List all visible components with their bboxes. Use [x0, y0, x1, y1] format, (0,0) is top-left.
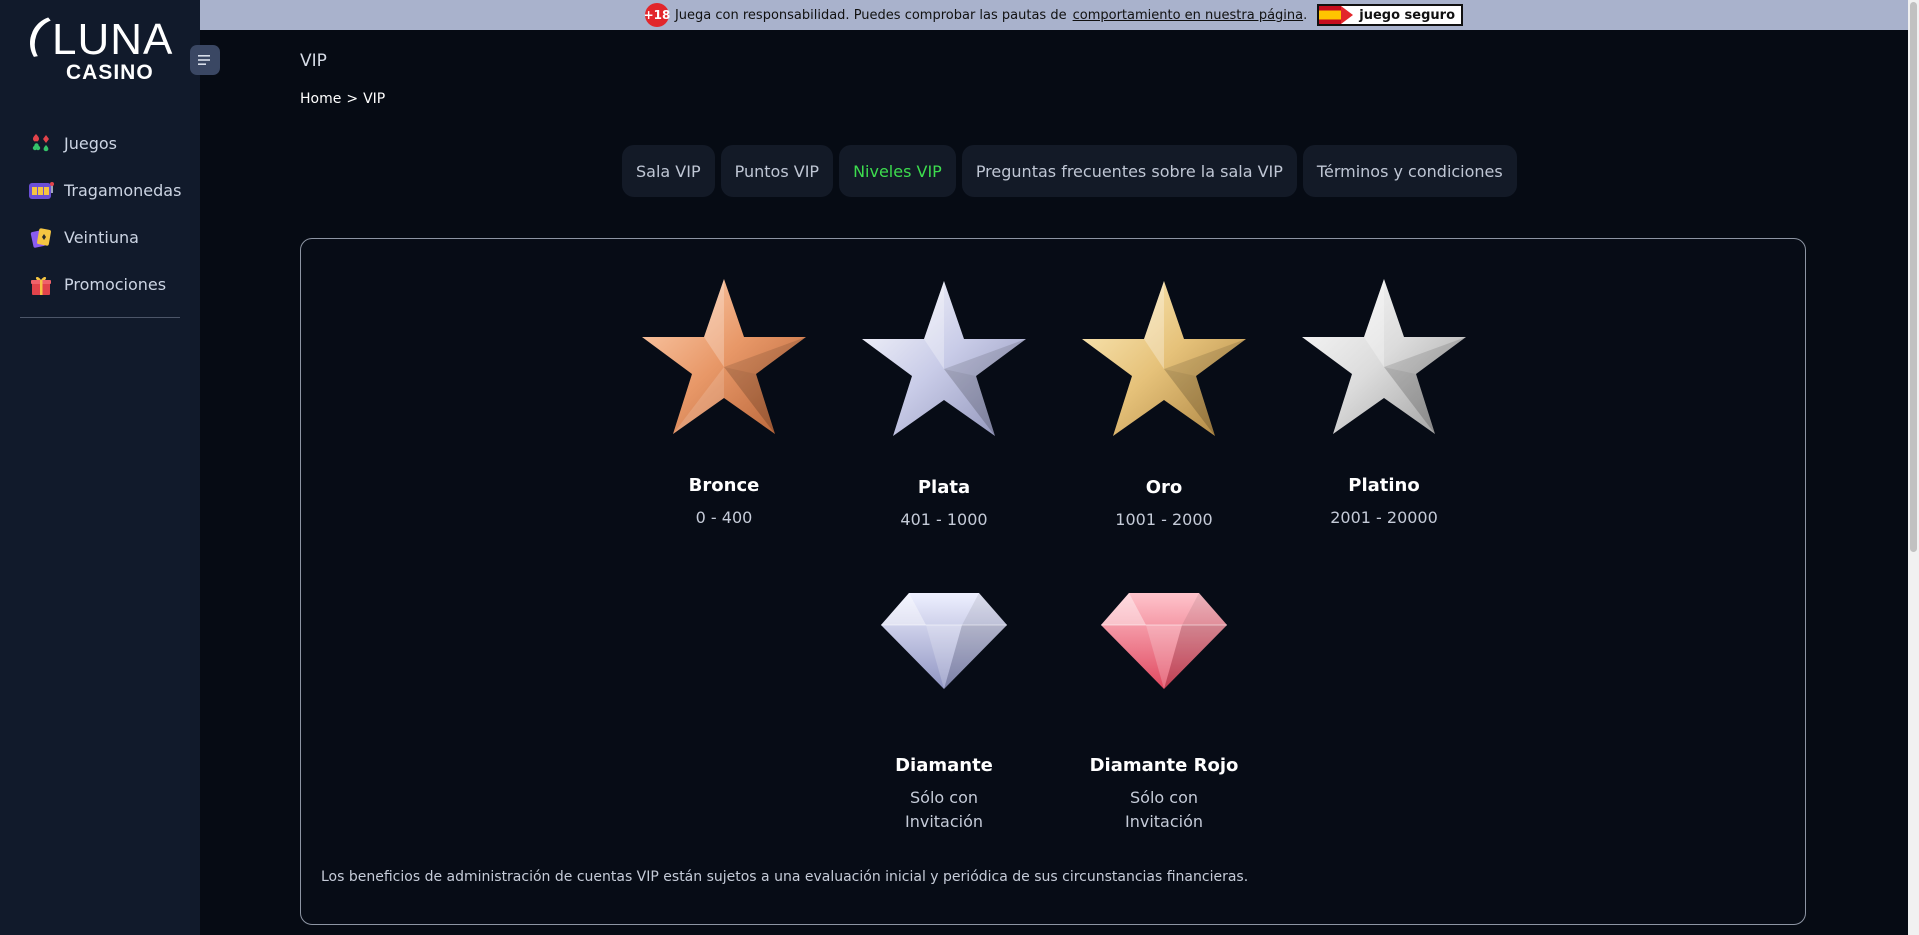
sidebar: LUNA CASINO Juegos Tragamonedas Veintiun…: [0, 0, 200, 935]
arrow-icon: [1341, 6, 1354, 24]
tab-niveles-vip[interactable]: Niveles VIP: [839, 145, 956, 197]
scrollbar-thumb[interactable]: [1910, 2, 1917, 552]
sidebar-item-label: Veintiuna: [64, 228, 139, 247]
level-name: Plata: [917, 477, 971, 498]
level-oro: Oro 1001 - 2000: [1054, 279, 1274, 532]
level-range: Sólo con Invitación: [834, 786, 1054, 834]
banner-trailing: .: [1303, 7, 1308, 23]
level-range-line: Invitación: [1124, 812, 1204, 831]
tab-sala-vip[interactable]: Sala VIP: [622, 145, 715, 197]
responsible-gaming-banner: +18 Juega con responsabilidad. Puedes co…: [200, 0, 1908, 30]
red-diamond-icon: [1101, 593, 1227, 689]
level-range: 2001 - 20000: [1330, 508, 1438, 527]
level-name: Oro: [1145, 477, 1183, 498]
logo-text-luna: LUNA: [52, 15, 174, 64]
juego-seguro-label: juego seguro: [1359, 7, 1456, 23]
level-bronce: Bronce 0 - 400: [614, 277, 834, 530]
level-range-line: Invitación: [904, 812, 984, 831]
banner-link[interactable]: comportamiento en nuestra página: [1073, 8, 1304, 23]
sidebar-item-label: Juegos: [64, 134, 117, 153]
level-platino: Platino 2001 - 20000: [1274, 277, 1494, 530]
level-diamante: Diamante Sólo con Invitación: [834, 591, 1054, 834]
page-title: VIP: [300, 51, 327, 71]
logo-text-casino: CASINO: [66, 61, 154, 84]
level-name: Diamante: [895, 755, 993, 776]
breadcrumb-separator: >: [346, 91, 359, 107]
tab-preguntas-frecuentes[interactable]: Preguntas frecuentes sobre la sala VIP: [961, 145, 1297, 197]
level-range: 1001 - 2000: [1115, 510, 1213, 529]
juego-seguro-badge[interactable]: juego seguro: [1317, 4, 1464, 26]
sidebar-item-promociones[interactable]: Promociones: [0, 261, 200, 308]
silver-star-icon: [862, 281, 1026, 436]
breadcrumb: Home > VIP: [300, 91, 385, 107]
diamond-icon: [881, 593, 1007, 689]
level-name: Diamante Rojo: [1089, 755, 1239, 776]
tab-terminos-condiciones[interactable]: Términos y condiciones: [1302, 145, 1517, 197]
gift-icon: [28, 272, 54, 298]
cards-suits-icon: [28, 131, 54, 157]
sidebar-nav: Juegos Tragamonedas Veintiuna Promocione…: [0, 120, 200, 308]
gold-star-icon: [1082, 281, 1246, 436]
sidebar-item-label: Tragamonedas: [64, 181, 182, 200]
vip-disclaimer: Los beneficios de administración de cuen…: [321, 869, 1249, 885]
sidebar-collapse-button[interactable]: [190, 45, 220, 75]
blackjack-cards-icon: [28, 225, 54, 251]
spain-flag-icon: [1319, 6, 1342, 24]
level-range: 401 - 1000: [900, 510, 988, 529]
level-diamante-rojo: Diamante Rojo Sólo con Invitación: [1054, 591, 1274, 834]
vip-tabs: Sala VIP Puntos VIP Niveles VIP Pregunta…: [622, 145, 1517, 197]
level-range-line: Sólo con: [1130, 788, 1198, 807]
bronze-star-icon: [642, 279, 806, 434]
page-scrollbar[interactable]: [1908, 0, 1919, 935]
banner-text: Juega con responsabilidad. Puedes compro…: [674, 7, 1067, 23]
tab-puntos-vip[interactable]: Puntos VIP: [720, 145, 834, 197]
age-18-badge: +18: [644, 3, 670, 27]
level-name: Bronce: [688, 475, 760, 496]
vip-levels-card: Bronce 0 - 400 Plata 401 - 1000 Oro 1001…: [300, 238, 1806, 925]
platinum-star-icon: [1302, 279, 1466, 434]
level-plata: Plata 401 - 1000: [834, 279, 1054, 532]
slot-machine-icon: [28, 178, 54, 204]
breadcrumb-current: VIP: [363, 91, 386, 107]
level-range: 0 - 400: [695, 508, 753, 527]
sidebar-item-veintiuna[interactable]: Veintiuna: [0, 214, 200, 261]
menu-lines-icon: [198, 55, 210, 65]
level-name: Platino: [1348, 475, 1420, 496]
sidebar-item-juegos[interactable]: Juegos: [0, 120, 200, 167]
sidebar-item-label: Promociones: [64, 275, 167, 294]
breadcrumb-home[interactable]: Home: [300, 91, 341, 107]
sidebar-divider: [20, 317, 180, 318]
level-range: Sólo con Invitación: [1054, 786, 1274, 834]
level-range-line: Sólo con: [910, 788, 978, 807]
luna-casino-logo[interactable]: LUNA CASINO: [22, 8, 180, 86]
sidebar-item-tragamonedas[interactable]: Tragamonedas: [0, 167, 200, 214]
